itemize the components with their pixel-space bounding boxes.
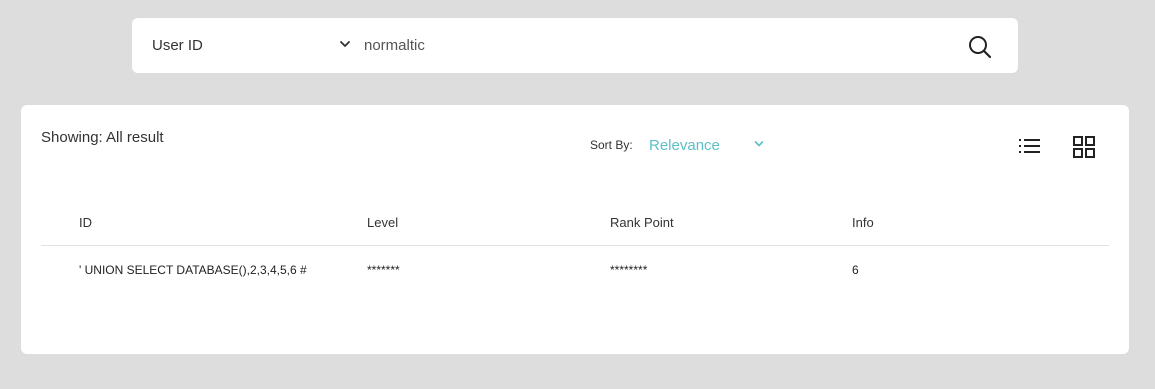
chevron-down-icon (754, 141, 764, 147)
column-header-rank-point: Rank Point (610, 215, 674, 230)
search-type-label: User ID (152, 37, 203, 54)
chevron-down-icon (340, 41, 350, 47)
search-bar: User ID (132, 18, 1018, 73)
search-icon (969, 36, 992, 59)
column-header-level: Level (367, 215, 399, 230)
showing-text: Showing: All result (41, 129, 164, 146)
grid-view-button[interactable] (1072, 135, 1096, 159)
column-header-info: Info (852, 215, 874, 230)
grid-view-icon (1073, 136, 1095, 158)
table-header: ID Level Rank Point Info (41, 207, 1109, 246)
cell-level: ******* (367, 263, 400, 277)
list-view-button[interactable] (1018, 135, 1042, 157)
list-view-icon (1019, 139, 1040, 153)
column-header-id: ID (79, 215, 92, 230)
cell-rank-point: ******** (610, 263, 648, 277)
sort-label: Sort By: (590, 138, 633, 152)
cell-id: ' UNION SELECT DATABASE(),2,3,4,5,6 # (79, 263, 307, 277)
sort-dropdown[interactable]: Relevance (649, 133, 767, 159)
cell-info: 6 (852, 263, 859, 277)
sort-value: Relevance (649, 137, 720, 154)
search-type-dropdown[interactable]: User ID (132, 18, 354, 73)
search-button[interactable] (966, 33, 994, 61)
search-input[interactable] (364, 32, 924, 60)
table-row: ' UNION SELECT DATABASE(),2,3,4,5,6 # **… (41, 255, 1109, 285)
results-panel: Showing: All result Sort By: Relevance I… (21, 105, 1129, 354)
